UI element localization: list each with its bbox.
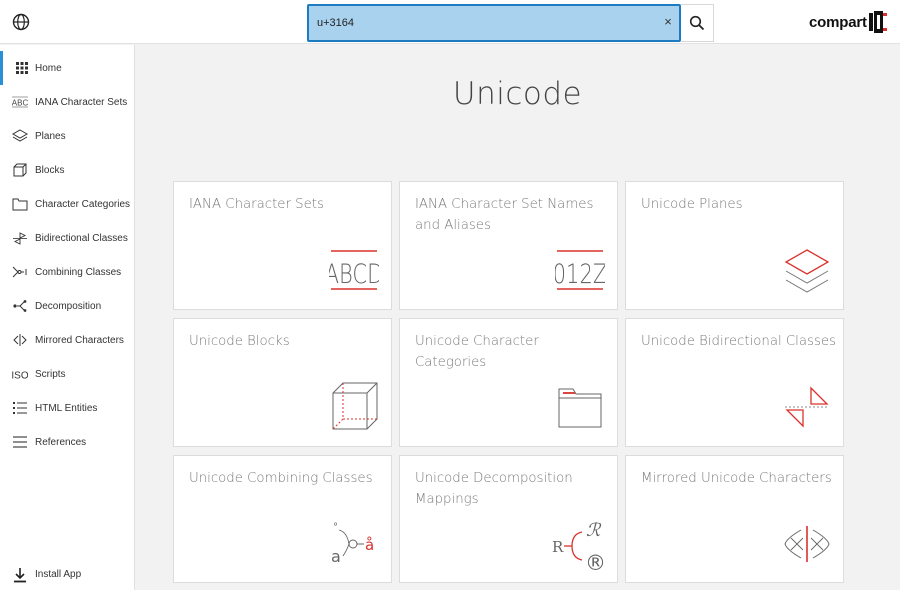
card-unicode-bidirectional-classes[interactable]: Unicode Bidirectional Classes [625,318,844,447]
sidebar-item-label: HTML Entities [35,402,98,414]
search-icon [689,15,705,31]
compart-logo[interactable]: compart [809,11,887,33]
download-icon [14,568,26,583]
cube-icon [332,382,378,430]
install-app-label: Install App [35,569,82,580]
012z-icon: 012Z [555,250,605,290]
search-button[interactable] [681,4,714,42]
page-title: Unicode [452,76,583,112]
sidebar-item-label: Home [35,62,62,74]
sidebar-item-label: Scripts [35,368,66,380]
grid-icon [16,62,28,74]
card-title: Mirrored Unicode Characters [641,471,832,486]
sidebar-item-label: Blocks [35,164,65,176]
decomposition-icon: R ℛ ® [552,520,606,572]
sidebar-item-label: Combining Classes [35,266,122,278]
sidebar-item-label: Planes [35,130,66,142]
install-app-button[interactable]: Install App [0,561,134,589]
iana-abc-icon: ABC [12,96,28,108]
sidebar-item-references[interactable]: References [0,425,134,459]
combining-icon [12,266,27,278]
sidebar-item-character-categories[interactable]: Character Categories [0,187,134,221]
card-title: Unicode Combining Classes [189,471,373,486]
svg-text:ISO: ISO [12,371,28,382]
sidebar-item-bidirectional-classes[interactable]: Bidirectional Classes [0,221,134,255]
sidebar-item-label: IANA Character Sets [35,96,128,108]
card-unicode-combining-classes[interactable]: Unicode Combining Classes ° a å [173,455,392,583]
abcd-text: ABCD [329,258,379,289]
cube-icon [13,163,27,177]
sidebar-item-home[interactable]: Home [0,51,134,85]
sidebar-item-label: Character Categories [35,198,131,210]
svg-text:ABC: ABC [12,99,28,108]
search-box: × [307,4,681,42]
sidebar-item-planes[interactable]: Planes [0,119,134,153]
bidi-triangles-icon [785,386,829,428]
sidebar-item-iana-character-sets[interactable]: ABC IANA Character Sets [0,85,134,119]
a-glyph: a [331,547,341,566]
folder-icon [12,198,28,211]
sidebar-item-scripts[interactable]: ISO Scripts [0,357,134,391]
card-unicode-planes[interactable]: Unicode Planes [625,181,844,310]
card-title: IANA Character Sets [189,197,324,212]
sidebar-item-blocks[interactable]: Blocks [0,153,134,187]
ring-glyph: ° [333,522,338,533]
sidebar-item-label: References [35,436,87,448]
012z-text: 012Z [555,258,605,289]
decomposition-icon [13,300,27,312]
globe-icon[interactable] [11,12,31,32]
script-r-glyph: ℛ [586,520,602,541]
card-iana-character-set-names[interactable]: IANA Character Set Names and Aliases 012… [399,181,618,310]
sidebar-item-label: Decomposition [35,300,102,312]
card-iana-character-sets[interactable]: IANA Character Sets ABCD [173,181,392,310]
abcd-icon: ABCD [329,250,379,290]
iso-icon: ISO [12,371,28,382]
card-title: Unicode Blocks [189,334,290,349]
sidebar: Home ABC IANA Character Sets Planes Bloc… [0,45,135,590]
card-title: Unicode Character Categories [415,334,539,370]
mirror-icon [784,526,830,562]
layers-icon [784,249,830,293]
r-glyph: R [552,538,564,556]
sidebar-item-html-entities[interactable]: HTML Entities [0,391,134,425]
combining-icon: ° a å [331,522,374,566]
mirror-icon [13,334,27,346]
card-title: Unicode Bidirectional Classes [641,334,836,349]
folder-icon [558,388,602,428]
bidi-arrows-icon [13,232,27,245]
sidebar-item-decomposition[interactable]: Decomposition [0,289,134,323]
card-title: IANA Character Set Names and Aliases [415,197,594,233]
layers-icon [12,129,28,142]
a-ring-glyph: å [365,536,374,554]
sidebar-item-label: Bidirectional Classes [35,232,128,244]
search-input[interactable] [317,6,647,40]
card-mirrored-unicode-characters[interactable]: Mirrored Unicode Characters [625,455,844,583]
card-unicode-blocks[interactable]: Unicode Blocks [173,318,392,447]
list-icon [13,402,27,414]
sidebar-item-label: Mirrored Characters [35,334,124,346]
clear-search-button[interactable]: × [661,15,675,29]
card-unicode-character-categories[interactable]: Unicode Character Categories [399,318,618,447]
compart-logo-mark [868,11,887,33]
top-bar: × compart [0,0,900,44]
card-unicode-decomposition-mappings[interactable]: Unicode Decomposition Mappings R ℛ ® [399,455,618,583]
brand-name: compart [809,13,867,31]
menu-lines-icon [13,436,27,448]
card-title: Unicode Decomposition Mappings [415,471,573,507]
sidebar-item-combining-classes[interactable]: Combining Classes [0,255,134,289]
registered-glyph: ® [585,551,606,572]
sidebar-item-mirrored-characters[interactable]: Mirrored Characters [0,323,134,357]
card-title: Unicode Planes [641,197,743,212]
